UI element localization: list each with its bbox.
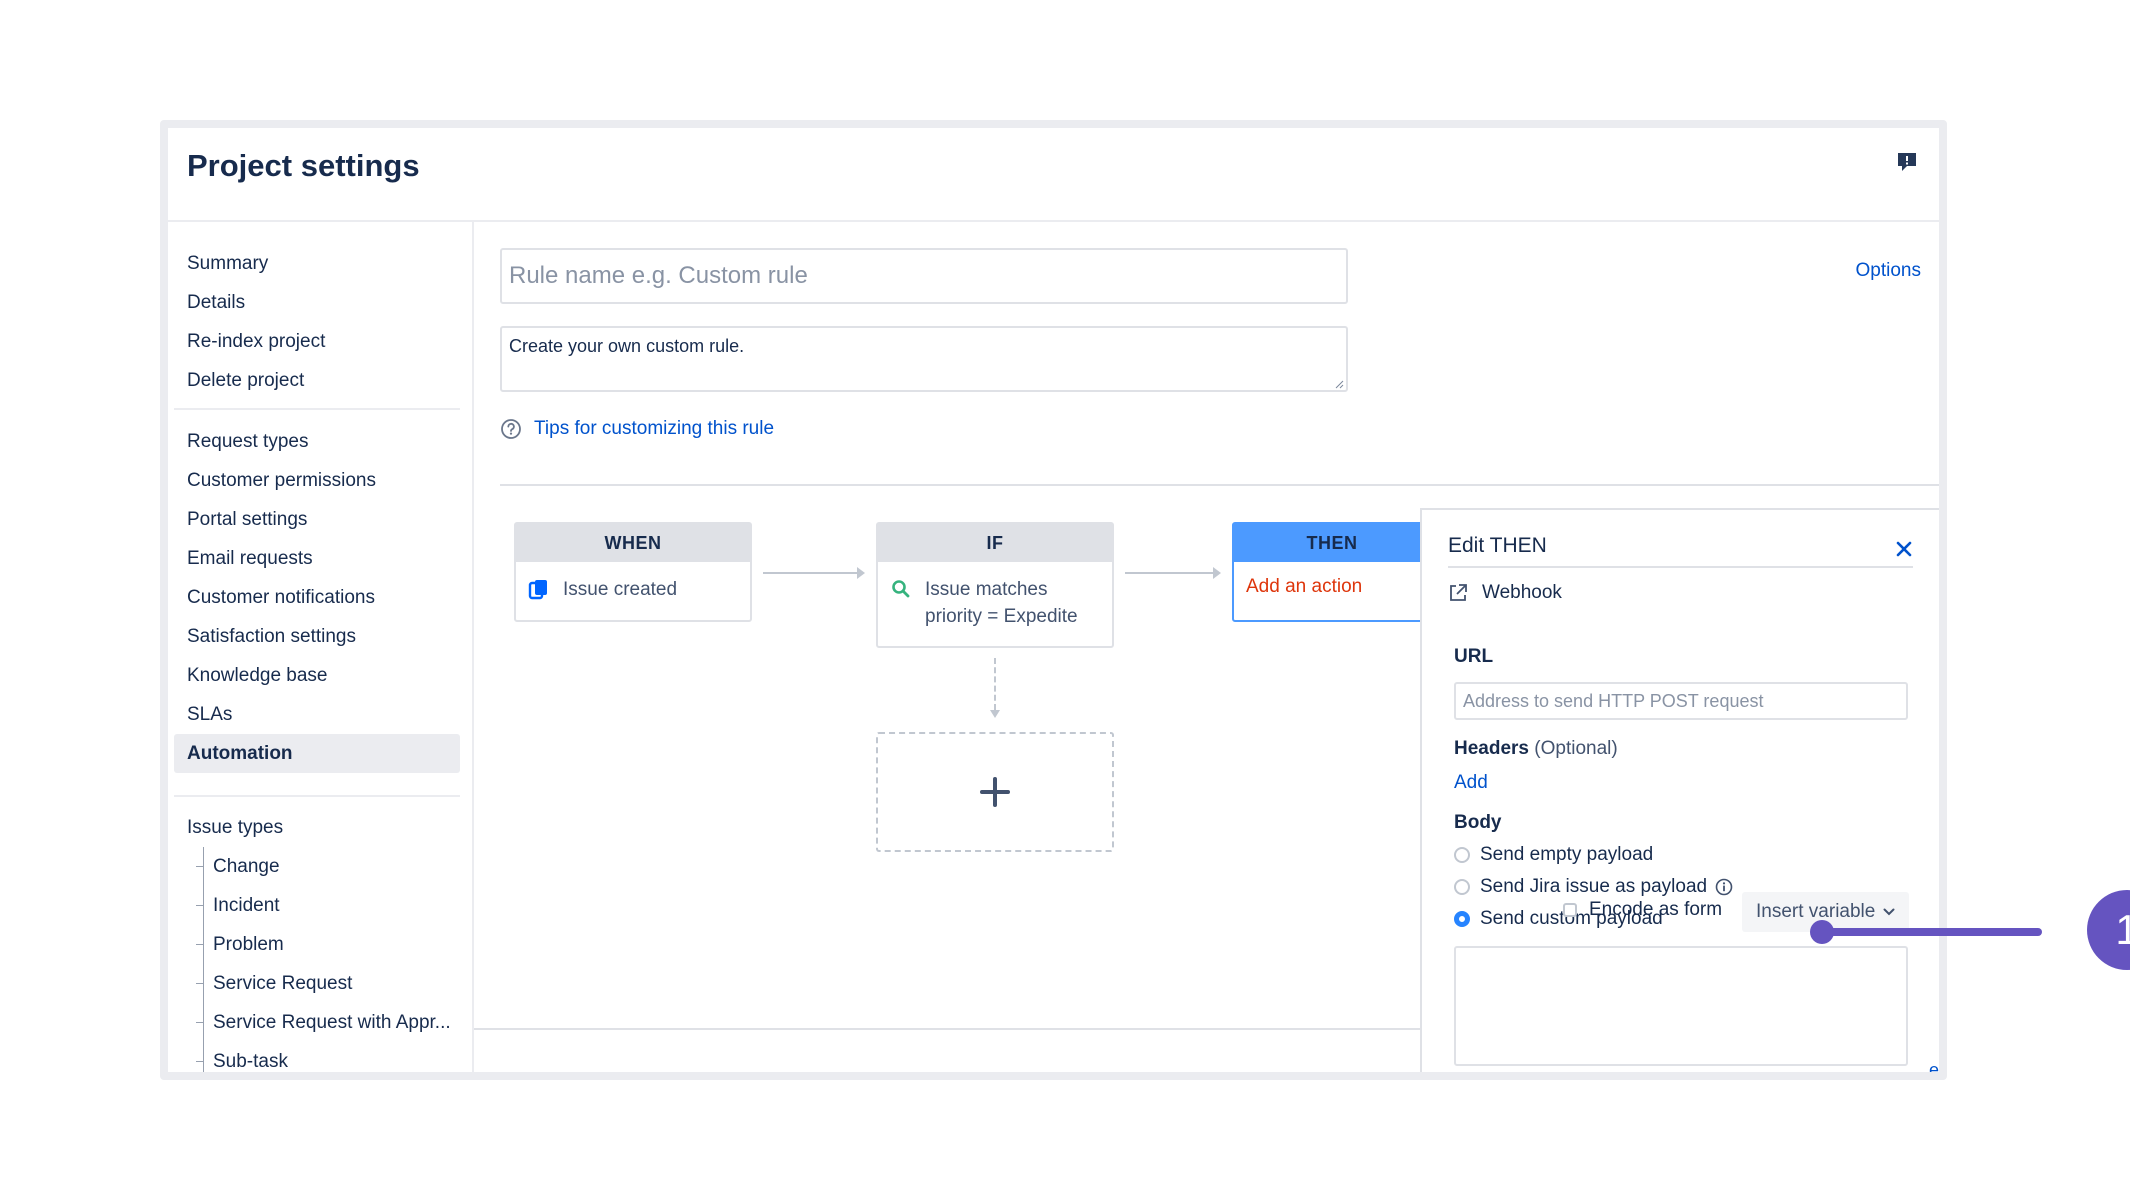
radio-empty-payload[interactable] (1454, 847, 1470, 863)
encode-as-form-label: Encode as form (1589, 899, 1723, 920)
sidebar-item-service-request-approval[interactable]: Service Request with Appr... (174, 1003, 460, 1042)
feedback-icon[interactable] (1895, 150, 1919, 174)
close-icon[interactable] (1895, 540, 1913, 558)
add-action-text[interactable]: Add an action (1234, 562, 1430, 612)
edge-partial-link: e (1928, 1060, 1939, 1080)
rule-editor: Create your own custom rule. Options Tip… (474, 222, 1939, 1072)
body-label: Body (1454, 812, 1502, 833)
project-settings-window: Project settings Summary Details Re-inde… (160, 120, 1947, 1080)
custom-payload-input[interactable] (1454, 946, 1908, 1066)
webhook-label: Webhook (1482, 582, 1562, 603)
then-card-header: THEN (1234, 524, 1430, 562)
plus-icon (980, 777, 1010, 807)
if-card-header: IF (878, 524, 1112, 562)
body-option-jira-issue[interactable]: Send Jira issue as payload (1454, 876, 1733, 898)
sidebar-item-customer-notifications[interactable]: Customer notifications (174, 578, 460, 617)
sidebar-item-satisfaction-settings[interactable]: Satisfaction settings (174, 617, 460, 656)
body-option-empty-label: Send empty payload (1480, 844, 1654, 865)
rule-name-input[interactable] (500, 248, 1348, 304)
rule-description-input[interactable]: Create your own custom rule. (500, 326, 1348, 392)
resize-grip-icon[interactable] (1334, 379, 1344, 389)
callout-line (1820, 928, 2042, 936)
flow-arrow (763, 567, 865, 579)
page-title: Project settings (187, 148, 420, 183)
flow-connector-head (990, 710, 1000, 718)
encode-as-form-checkbox[interactable] (1563, 903, 1577, 917)
copy-icon (528, 580, 547, 600)
sidebar-item-summary[interactable]: Summary (174, 244, 460, 283)
then-card[interactable]: THEN Add an action (1232, 522, 1432, 622)
sidebar-divider (174, 795, 460, 797)
headers-optional-text: (Optional) (1534, 738, 1618, 759)
sidebar-item-knowledge-base[interactable]: Knowledge base (174, 656, 460, 695)
when-card-header: WHEN (516, 524, 750, 562)
page-header: Project settings (168, 128, 1939, 222)
sidebar-item-automation[interactable]: Automation (174, 734, 460, 773)
info-icon[interactable] (1715, 878, 1733, 896)
chevron-down-icon (1883, 908, 1895, 916)
flow-arrow (1125, 567, 1221, 579)
if-card[interactable]: IF Issue matches priority = Expedite (876, 522, 1114, 648)
sidebar-item-details[interactable]: Details (174, 283, 460, 322)
tips-row: Tips for customizing this rule (500, 418, 774, 440)
sidebar: Summary Details Re-index project Delete … (168, 222, 474, 1072)
url-input[interactable] (1454, 682, 1908, 720)
edit-then-panel: Edit THEN Webhook URL Headers (Optional) (1420, 508, 1939, 1072)
if-card-text-line2: priority = Expedite (925, 606, 1078, 627)
if-card-text: Issue matches priority = Expedite (925, 576, 1078, 630)
sidebar-item-change[interactable]: Change (174, 847, 460, 886)
callout-dot (1810, 920, 1834, 944)
sidebar-item-problem[interactable]: Problem (174, 925, 460, 964)
sidebar-group-project: Summary Details Re-index project Delete … (174, 244, 460, 400)
sidebar-item-delete[interactable]: Delete project (174, 361, 460, 400)
sidebar-item-service-request[interactable]: Service Request (174, 964, 460, 1003)
sidebar-item-customer-permissions[interactable]: Customer permissions (174, 461, 460, 500)
sidebar-divider (174, 408, 460, 410)
callout-badge: 1 (2087, 890, 2130, 970)
panel-title: Edit THEN (1448, 534, 1547, 557)
headers-label-text: Headers (1454, 738, 1529, 759)
sidebar-item-request-types[interactable]: Request types (174, 422, 460, 461)
when-card[interactable]: WHEN Issue created (514, 522, 752, 622)
sidebar-item-slas[interactable]: SLAs (174, 695, 460, 734)
sidebar-group-issue-types: Issue types Change Incident Problem Serv… (174, 808, 460, 1072)
if-card-body: Issue matches priority = Expedite (878, 562, 1112, 630)
headers-add-link[interactable]: Add (1454, 772, 1488, 794)
radio-jira-issue-payload[interactable] (1454, 879, 1470, 895)
flow-connector (994, 658, 996, 710)
body-option-empty[interactable]: Send empty payload (1454, 844, 1653, 866)
options-link[interactable]: Options (1856, 260, 1921, 282)
webhook-action: Webhook (1448, 582, 1562, 604)
body-option-jira-issue-label: Send Jira issue as payload (1480, 876, 1708, 897)
sidebar-item-email-requests[interactable]: Email requests (174, 539, 460, 578)
external-link-icon (1450, 584, 1467, 601)
sidebar-item-issue-types[interactable]: Issue types (174, 808, 460, 847)
tips-link[interactable]: Tips for customizing this rule (534, 418, 774, 440)
when-card-text: Issue created (563, 579, 678, 600)
headers-label: Headers (Optional) (1454, 738, 1618, 760)
url-label: URL (1454, 646, 1494, 667)
panel-divider (1448, 566, 1913, 568)
encode-as-form[interactable]: Encode as form (1563, 899, 1722, 921)
add-component-button[interactable] (876, 732, 1114, 852)
help-icon (501, 419, 521, 439)
sidebar-item-reindex[interactable]: Re-index project (174, 322, 460, 361)
radio-custom-payload[interactable] (1454, 911, 1470, 927)
sidebar-group-service: Request types Customer permissions Porta… (174, 422, 460, 773)
editor-divider (500, 484, 1939, 486)
sidebar-item-incident[interactable]: Incident (174, 886, 460, 925)
insert-variable-label: Insert variable (1756, 901, 1876, 922)
if-card-text-line1: Issue matches (925, 579, 1048, 600)
sidebar-item-sub-task[interactable]: Sub-task (174, 1042, 460, 1072)
search-icon (892, 580, 910, 598)
sidebar-item-portal-settings[interactable]: Portal settings (174, 500, 460, 539)
when-card-body: Issue created (516, 562, 750, 603)
